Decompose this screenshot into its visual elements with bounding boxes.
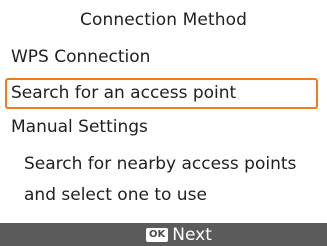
description-text: Search for nearby access points and sele…	[24, 149, 319, 211]
page-title: Connection Method	[79, 10, 248, 30]
footer-bar: OK Next	[0, 223, 327, 246]
menu-item-wps-connection[interactable]: WPS Connection	[5, 43, 318, 74]
connection-method-screen: Connection Method WPS Connection Search …	[0, 0, 327, 246]
menu-item-manual-settings[interactable]: Manual Settings	[5, 113, 318, 144]
description-line-2: and select one to use	[24, 185, 207, 205]
next-action[interactable]: OK Next	[146, 224, 212, 245]
description-line-1: Search for nearby access points	[24, 154, 297, 174]
ok-button-icon: OK	[146, 228, 169, 242]
menu-item-search-access-point[interactable]: Search for an access point	[5, 78, 318, 109]
next-label: Next	[172, 224, 212, 245]
